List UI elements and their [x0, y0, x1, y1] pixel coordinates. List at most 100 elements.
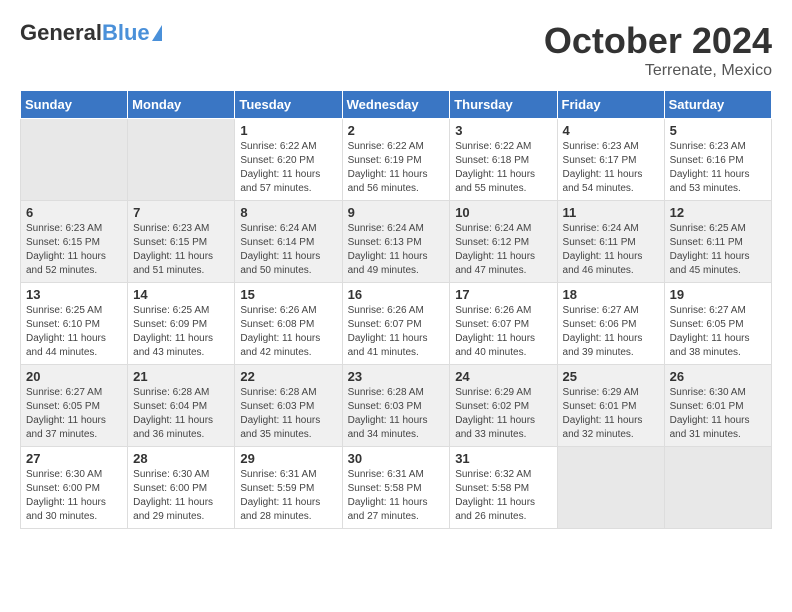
calendar-day-cell: 8 Sunrise: 6:24 AMSunset: 6:14 PMDaylight… [235, 201, 342, 283]
day-info: Sunrise: 6:26 AMSunset: 6:07 PMDaylight:… [455, 304, 551, 360]
calendar-day-cell: 13 Sunrise: 6:25 AMSunset: 6:10 PMDayligh… [21, 283, 128, 365]
day-info: Sunrise: 6:22 AMSunset: 6:18 PMDaylight:… [455, 140, 551, 196]
day-number: 12 [670, 205, 766, 220]
day-number: 7 [133, 205, 229, 220]
day-number: 6 [26, 205, 122, 220]
day-number: 5 [670, 123, 766, 138]
day-info: Sunrise: 6:28 AMSunset: 6:03 PMDaylight:… [348, 386, 445, 442]
calendar-day-cell: 14 Sunrise: 6:25 AMSunset: 6:09 PMDayligh… [128, 283, 235, 365]
weekday-header-sunday: Sunday [21, 91, 128, 119]
day-info: Sunrise: 6:24 AMSunset: 6:13 PMDaylight:… [348, 222, 445, 278]
logo-blue-text: Blue [102, 20, 150, 46]
logo-triangle-icon [152, 25, 162, 41]
day-number: 23 [348, 369, 445, 384]
day-info: Sunrise: 6:23 AMSunset: 6:16 PMDaylight:… [670, 140, 766, 196]
day-number: 1 [240, 123, 336, 138]
calendar-day-cell: 23 Sunrise: 6:28 AMSunset: 6:03 PMDayligh… [342, 365, 450, 447]
calendar-day-cell: 29Sunrise: 6:31 AMSunset: 5:59 PMDayligh… [235, 447, 342, 529]
day-info: Sunrise: 6:26 AMSunset: 6:07 PMDaylight:… [348, 304, 445, 360]
calendar-day-cell: 25 Sunrise: 6:29 AMSunset: 6:01 PMDayligh… [557, 365, 664, 447]
calendar-day-cell: 16Sunrise: 6:26 AMSunset: 6:07 PMDayligh… [342, 283, 450, 365]
day-info: Sunrise: 6:24 AMSunset: 6:11 PMDaylight:… [563, 222, 659, 278]
day-number: 4 [563, 123, 659, 138]
day-info: Sunrise: 6:27 AMSunset: 6:05 PMDaylight:… [670, 304, 766, 360]
day-number: 13 [26, 287, 122, 302]
calendar-day-cell: 1 Sunrise: 6:22 AMSunset: 6:20 PMDaylight… [235, 119, 342, 201]
day-number: 30 [348, 451, 445, 466]
logo: General Blue [20, 20, 162, 46]
weekday-header-friday: Friday [557, 91, 664, 119]
calendar-week-row: 1 Sunrise: 6:22 AMSunset: 6:20 PMDaylight… [21, 119, 772, 201]
day-number: 31 [455, 451, 551, 466]
calendar-day-cell: 21 Sunrise: 6:28 AMSunset: 6:04 PMDayligh… [128, 365, 235, 447]
calendar-day-cell: 5 Sunrise: 6:23 AMSunset: 6:16 PMDaylight… [664, 119, 771, 201]
calendar-day-cell: 4 Sunrise: 6:23 AMSunset: 6:17 PMDaylight… [557, 119, 664, 201]
day-info: Sunrise: 6:22 AMSunset: 6:19 PMDaylight:… [348, 140, 445, 196]
calendar-day-cell: 6 Sunrise: 6:23 AMSunset: 6:15 PMDaylight… [21, 201, 128, 283]
day-info: Sunrise: 6:30 AMSunset: 6:00 PMDaylight:… [133, 468, 229, 524]
calendar-week-row: 6 Sunrise: 6:23 AMSunset: 6:15 PMDaylight… [21, 201, 772, 283]
day-number: 19 [670, 287, 766, 302]
day-info: Sunrise: 6:24 AMSunset: 6:14 PMDaylight:… [240, 222, 336, 278]
weekday-header-monday: Monday [128, 91, 235, 119]
calendar-day-cell: 7 Sunrise: 6:23 AMSunset: 6:15 PMDaylight… [128, 201, 235, 283]
calendar-day-cell: 28 Sunrise: 6:30 AMSunset: 6:00 PMDayligh… [128, 447, 235, 529]
calendar-day-cell: 30 Sunrise: 6:31 AMSunset: 5:58 PMDayligh… [342, 447, 450, 529]
month-title: October 2024 [544, 20, 772, 62]
calendar-day-cell: 19 Sunrise: 6:27 AMSunset: 6:05 PMDayligh… [664, 283, 771, 365]
day-info: Sunrise: 6:30 AMSunset: 6:01 PMDaylight:… [670, 386, 766, 442]
day-number: 25 [563, 369, 659, 384]
day-info: Sunrise: 6:29 AMSunset: 6:02 PMDaylight:… [455, 386, 551, 442]
day-info: Sunrise: 6:28 AMSunset: 6:04 PMDaylight:… [133, 386, 229, 442]
day-info: Sunrise: 6:25 AMSunset: 6:11 PMDaylight:… [670, 222, 766, 278]
day-number: 8 [240, 205, 336, 220]
day-info: Sunrise: 6:24 AMSunset: 6:12 PMDaylight:… [455, 222, 551, 278]
calendar-week-row: 13 Sunrise: 6:25 AMSunset: 6:10 PMDayligh… [21, 283, 772, 365]
day-info: Sunrise: 6:23 AMSunset: 6:15 PMDaylight:… [133, 222, 229, 278]
day-info: Sunrise: 6:27 AMSunset: 6:06 PMDaylight:… [563, 304, 659, 360]
day-number: 10 [455, 205, 551, 220]
calendar-day-cell [21, 119, 128, 201]
day-number: 22 [240, 369, 336, 384]
day-info: Sunrise: 6:29 AMSunset: 6:01 PMDaylight:… [563, 386, 659, 442]
day-number: 26 [670, 369, 766, 384]
calendar-day-cell: 18 Sunrise: 6:27 AMSunset: 6:06 PMDayligh… [557, 283, 664, 365]
day-number: 11 [563, 205, 659, 220]
day-number: 20 [26, 369, 122, 384]
day-info: Sunrise: 6:30 AMSunset: 6:00 PMDaylight:… [26, 468, 122, 524]
calendar-day-cell: 11 Sunrise: 6:24 AMSunset: 6:11 PMDayligh… [557, 201, 664, 283]
day-info: Sunrise: 6:27 AMSunset: 6:05 PMDaylight:… [26, 386, 122, 442]
day-number: 29 [240, 451, 336, 466]
calendar-day-cell: 22 Sunrise: 6:28 AMSunset: 6:03 PMDayligh… [235, 365, 342, 447]
day-number: 28 [133, 451, 229, 466]
day-number: 27 [26, 451, 122, 466]
calendar-day-cell: 9 Sunrise: 6:24 AMSunset: 6:13 PMDaylight… [342, 201, 450, 283]
calendar-day-cell: 10 Sunrise: 6:24 AMSunset: 6:12 PMDayligh… [450, 201, 557, 283]
day-info: Sunrise: 6:22 AMSunset: 6:20 PMDaylight:… [240, 140, 336, 196]
calendar-day-cell: 20 Sunrise: 6:27 AMSunset: 6:05 PMDayligh… [21, 365, 128, 447]
day-info: Sunrise: 6:25 AMSunset: 6:10 PMDaylight:… [26, 304, 122, 360]
day-info: Sunrise: 6:23 AMSunset: 6:15 PMDaylight:… [26, 222, 122, 278]
day-number: 3 [455, 123, 551, 138]
day-info: Sunrise: 6:26 AMSunset: 6:08 PMDaylight:… [240, 304, 336, 360]
day-number: 17 [455, 287, 551, 302]
calendar-day-cell [557, 447, 664, 529]
weekday-header-tuesday: Tuesday [235, 91, 342, 119]
day-number: 15 [240, 287, 336, 302]
day-number: 18 [563, 287, 659, 302]
day-info: Sunrise: 6:23 AMSunset: 6:17 PMDaylight:… [563, 140, 659, 196]
calendar-table: SundayMondayTuesdayWednesdayThursdayFrid… [20, 90, 772, 529]
day-number: 9 [348, 205, 445, 220]
calendar-day-cell: 24 Sunrise: 6:29 AMSunset: 6:02 PMDayligh… [450, 365, 557, 447]
day-info: Sunrise: 6:25 AMSunset: 6:09 PMDaylight:… [133, 304, 229, 360]
calendar-day-cell: 27 Sunrise: 6:30 AMSunset: 6:00 PMDayligh… [21, 447, 128, 529]
calendar-week-row: 20 Sunrise: 6:27 AMSunset: 6:05 PMDayligh… [21, 365, 772, 447]
day-number: 14 [133, 287, 229, 302]
day-info: Sunrise: 6:28 AMSunset: 6:03 PMDaylight:… [240, 386, 336, 442]
day-number: 21 [133, 369, 229, 384]
day-info: Sunrise: 6:31 AMSunset: 5:58 PMDaylight:… [348, 468, 445, 524]
page-header: General Blue October 2024 Terrenate, Mex… [20, 20, 772, 80]
day-number: 24 [455, 369, 551, 384]
calendar-day-cell: 26 Sunrise: 6:30 AMSunset: 6:01 PMDayligh… [664, 365, 771, 447]
calendar-day-cell: 3 Sunrise: 6:22 AMSunset: 6:18 PMDaylight… [450, 119, 557, 201]
